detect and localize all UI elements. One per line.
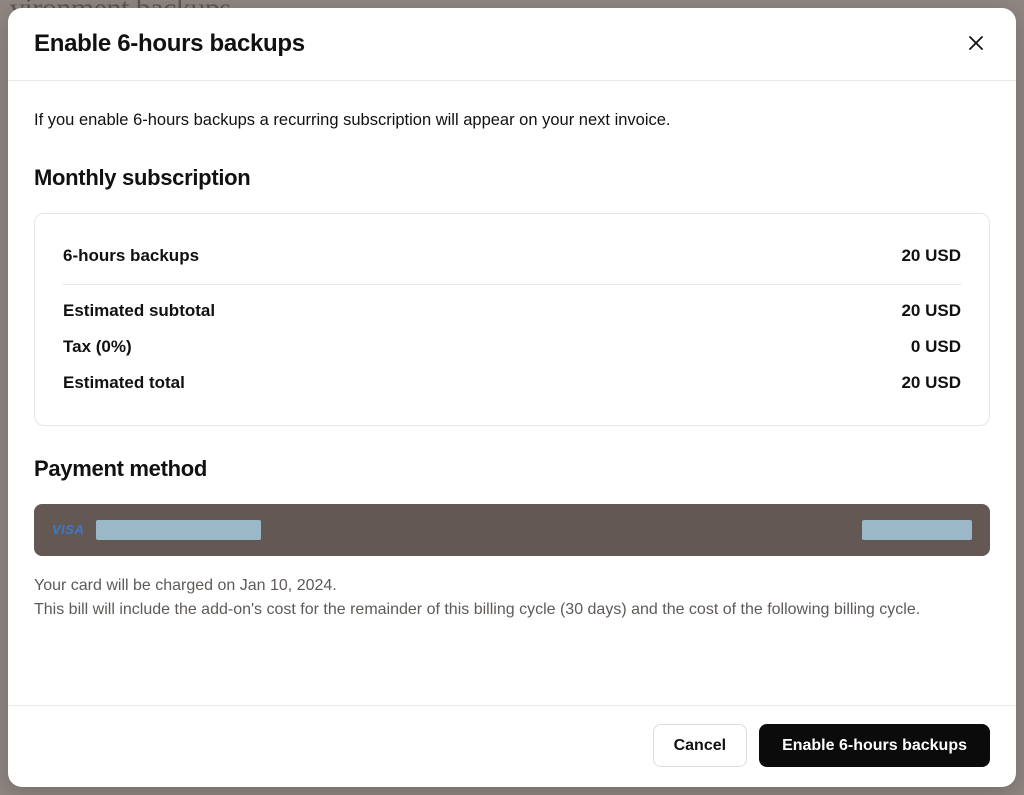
intro-text: If you enable 6-hours backups a recurrin… [34,109,990,133]
total-value: 20 USD [901,373,961,393]
modal-title: Enable 6-hours backups [34,30,305,58]
card-meta-redacted [862,520,972,540]
payment-method-heading: Payment method [34,456,990,482]
enable-backups-modal: Enable 6-hours backups If you enable 6-h… [8,8,1016,787]
cancel-button[interactable]: Cancel [653,724,747,767]
line-item-label: 6-hours backups [63,246,199,266]
total-row: Estimated total 20 USD [63,365,961,401]
subtotal-value: 20 USD [901,301,961,321]
monthly-subscription-heading: Monthly subscription [34,165,990,191]
payment-method-card[interactable]: VISA [34,504,990,556]
subscription-card: 6-hours backups 20 USD Estimated subtota… [34,213,990,426]
modal-body: If you enable 6-hours backups a recurrin… [8,81,1016,705]
modal-footer: Cancel Enable 6-hours backups [8,705,1016,787]
close-icon [968,35,984,54]
card-number-redacted [96,520,261,540]
tax-label: Tax (0%) [63,337,132,357]
payment-note-line2: This bill will include the add-on's cost… [34,601,920,618]
payment-method-left: VISA [52,520,261,540]
subtotal-label: Estimated subtotal [63,301,215,321]
tax-row: Tax (0%) 0 USD [63,329,961,365]
total-label: Estimated total [63,373,185,393]
tax-value: 0 USD [911,337,961,357]
payment-note-line1: Your card will be charged on Jan 10, 202… [34,577,337,594]
close-button[interactable] [962,30,990,58]
payment-note: Your card will be charged on Jan 10, 202… [34,574,990,622]
line-item-value: 20 USD [901,246,961,266]
card-brand-visa: VISA [52,522,84,537]
modal-header: Enable 6-hours backups [8,8,1016,81]
subtotal-row: Estimated subtotal 20 USD [63,293,961,329]
line-item-backups: 6-hours backups 20 USD [63,234,961,285]
confirm-enable-button[interactable]: Enable 6-hours backups [759,724,990,767]
